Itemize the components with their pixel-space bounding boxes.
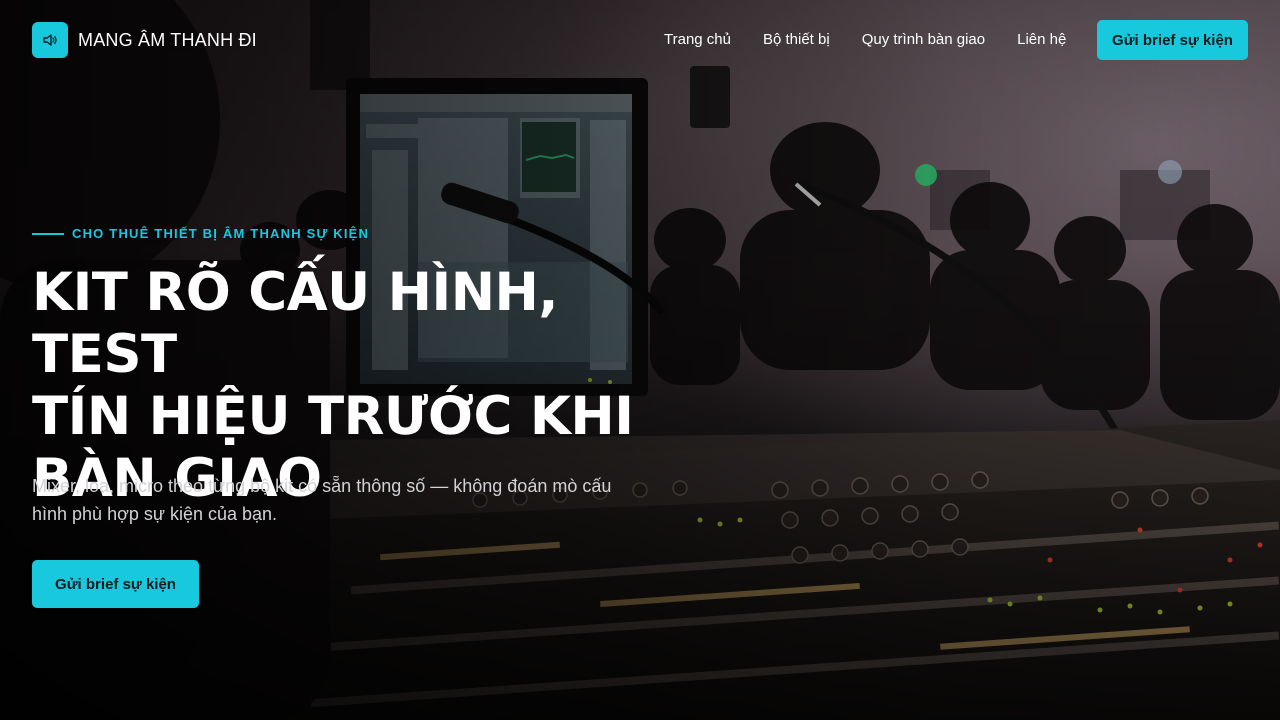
speaker-icon bbox=[32, 22, 68, 58]
nav-link-contact[interactable]: Liên hệ bbox=[1017, 31, 1066, 48]
hero-eyebrow: CHO THUÊ THIẾT BỊ ÂM THANH SỰ KIỆN bbox=[32, 226, 369, 241]
brand[interactable]: MANG ÂM THANH ĐI bbox=[32, 22, 257, 58]
top-navigation: MANG ÂM THANH ĐI Trang chủ Bộ thiết bị Q… bbox=[0, 0, 1280, 80]
nav-links: Trang chủ Bộ thiết bị Quy trình bàn giao… bbox=[664, 31, 1098, 48]
hero-send-brief-button[interactable]: Gửi brief sự kiện bbox=[32, 560, 199, 608]
hero-section: MANG ÂM THANH ĐI Trang chủ Bộ thiết bị Q… bbox=[0, 0, 1280, 720]
brand-name: MANG ÂM THANH ĐI bbox=[78, 29, 257, 50]
hero-subtitle: Mixer, loa, micro theo từng bộ kit có sẵ… bbox=[32, 476, 612, 524]
nav-link-handover-process[interactable]: Quy trình bàn giao bbox=[862, 31, 985, 48]
nav-link-equipment[interactable]: Bộ thiết bị bbox=[763, 31, 830, 48]
eyebrow-divider bbox=[32, 232, 64, 235]
headline-line-2: TÍN HIỆU TRƯỚC KHI bbox=[32, 386, 634, 447]
headline-line-1: KIT RÕ CẤU HÌNH, TEST bbox=[32, 262, 559, 385]
nav-link-home[interactable]: Trang chủ bbox=[664, 31, 731, 48]
eyebrow-text: CHO THUÊ THIẾT BỊ ÂM THANH SỰ KIỆN bbox=[72, 226, 370, 241]
nav-send-brief-button[interactable]: Gửi brief sự kiện bbox=[1097, 20, 1248, 60]
